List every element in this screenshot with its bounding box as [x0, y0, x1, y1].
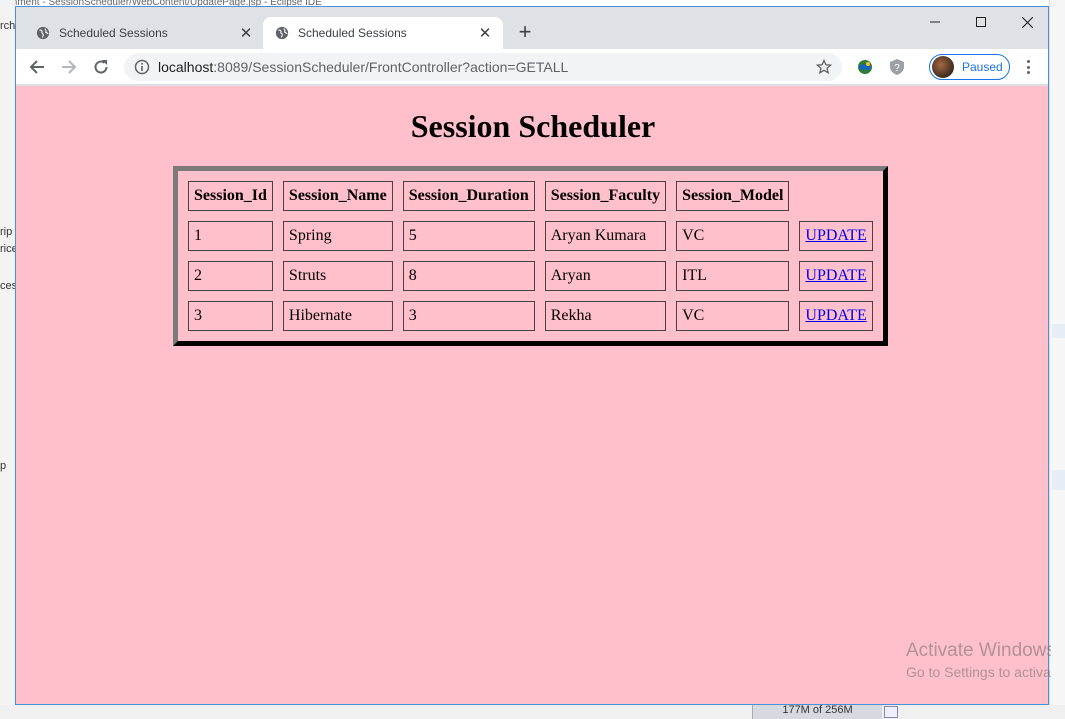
extension-globe-icon[interactable] — [856, 58, 874, 76]
tab-scheduled-sessions-1[interactable]: Scheduled Sessions ✕ — [24, 17, 264, 49]
watermark-line-2: Go to Settings to activate Windows. — [906, 664, 1051, 680]
sessions-table: Session_Id Session_Name Session_Duration… — [173, 166, 888, 346]
page-title: Session Scheduler — [410, 108, 656, 144]
background-fragment: rip — [0, 226, 13, 238]
memory-indicator: 177M of 256M — [752, 705, 882, 719]
url-text: localhost:8089/SessionScheduler/FrontCon… — [158, 59, 816, 75]
background-fragment: p — [0, 460, 7, 472]
table-row: 2 Struts 8 Aryan ITL UPDATE — [188, 261, 873, 291]
column-header-session-name: Session_Name — [282, 181, 393, 211]
background-block — [1052, 470, 1065, 490]
info-icon[interactable] — [134, 59, 150, 75]
close-tab-icon[interactable]: ✕ — [234, 24, 258, 42]
cell-session-faculty: Rekha — [544, 301, 667, 331]
cell-session-name: Spring — [282, 221, 393, 251]
extension-shield-icon[interactable]: ? — [888, 58, 906, 76]
profile-button[interactable]: Paused — [929, 54, 1010, 80]
background-ide-left-panel: rch rip rice ces p — [0, 0, 15, 719]
svg-text:?: ? — [894, 63, 900, 74]
close-tab-icon[interactable]: ✕ — [473, 24, 497, 42]
table-row: 3 Hibernate 3 Rekha VC UPDATE — [188, 301, 873, 331]
minimize-button[interactable] — [912, 7, 958, 37]
back-button[interactable] — [25, 55, 49, 79]
tab-scheduled-sessions-2[interactable]: Scheduled Sessions ✕ — [263, 17, 503, 49]
column-header-session-id: Session_Id — [188, 181, 273, 211]
background-ide-right-panel — [1049, 0, 1065, 719]
watermark-line-1: Activate Windows — [906, 640, 1051, 661]
cell-session-id: 2 — [188, 261, 273, 291]
cell-session-faculty: Aryan Kumara — [544, 221, 667, 251]
forward-button[interactable] — [57, 55, 81, 79]
cell-session-id: 3 — [188, 301, 273, 331]
background-block — [1052, 324, 1065, 338]
column-header-session-duration: Session_Duration — [402, 181, 535, 211]
avatar — [932, 56, 954, 78]
reload-button[interactable] — [89, 55, 113, 79]
cell-action: UPDATE — [799, 221, 873, 251]
cell-session-duration: 5 — [402, 221, 535, 251]
background-fragment: rice — [0, 243, 15, 255]
cell-session-name: Hibernate — [282, 301, 393, 331]
close-window-button[interactable] — [1004, 7, 1048, 37]
cell-session-id: 1 — [188, 221, 273, 251]
bookmark-star-icon[interactable] — [816, 59, 832, 75]
column-header-session-faculty: Session_Faculty — [544, 181, 667, 211]
browser-menu-icon[interactable] — [1020, 57, 1036, 77]
column-header-session-model: Session_Model — [676, 181, 790, 211]
update-link[interactable]: UPDATE — [805, 307, 866, 324]
table-header-row: Session_Id Session_Name Session_Duration… — [188, 181, 873, 211]
cell-session-duration: 8 — [402, 261, 535, 291]
page-viewport: Session Scheduler Session_Id Session_Nam… — [16, 86, 1048, 704]
maximize-icon — [976, 17, 986, 27]
minimize-icon — [930, 21, 940, 23]
cell-session-name: Struts — [282, 261, 393, 291]
tab-title: Scheduled Sessions — [298, 26, 407, 40]
table-row: 1 Spring 5 Aryan Kumara VC UPDATE — [188, 221, 873, 251]
background-ide-status-bar: 177M of 256M — [0, 705, 1065, 719]
cell-action: UPDATE — [799, 301, 873, 331]
address-bar[interactable]: localhost:8089/SessionScheduler/FrontCon… — [124, 53, 842, 81]
new-tab-button[interactable]: + — [513, 21, 537, 45]
background-fragment: ces — [0, 280, 15, 292]
cell-action: UPDATE — [799, 261, 873, 291]
garbage-collect-icon[interactable] — [884, 706, 898, 718]
url-host: localhost — [158, 59, 214, 75]
activate-windows-watermark: Activate Windows Go to Settings to activ… — [906, 640, 1051, 680]
arrow-right-icon — [62, 60, 77, 74]
close-icon — [1021, 16, 1033, 28]
arrow-left-icon — [29, 60, 44, 74]
cell-session-faculty: Aryan — [544, 261, 667, 291]
url-path: :8089/SessionScheduler/FrontController?a… — [213, 59, 569, 75]
reload-icon — [94, 60, 108, 74]
tab-title: Scheduled Sessions — [59, 26, 168, 40]
update-link[interactable]: UPDATE — [805, 227, 866, 244]
background-fragment: rch — [0, 20, 15, 32]
maximize-button[interactable] — [958, 7, 1004, 37]
cell-session-model: VC — [676, 301, 790, 331]
cell-session-duration: 3 — [402, 301, 535, 331]
browser-toolbar: localhost:8089/SessionScheduler/FrontCon… — [16, 49, 1048, 85]
browser-window: Scheduled Sessions ✕ Scheduled Sessions … — [15, 6, 1049, 705]
tab-strip: Scheduled Sessions ✕ Scheduled Sessions … — [16, 7, 1048, 49]
cell-session-model: ITL — [676, 261, 790, 291]
globe-icon — [36, 26, 50, 40]
update-link[interactable]: UPDATE — [805, 267, 866, 284]
globe-icon — [275, 26, 289, 40]
profile-status-label: Paused — [962, 60, 1003, 74]
cell-session-model: VC — [676, 221, 790, 251]
